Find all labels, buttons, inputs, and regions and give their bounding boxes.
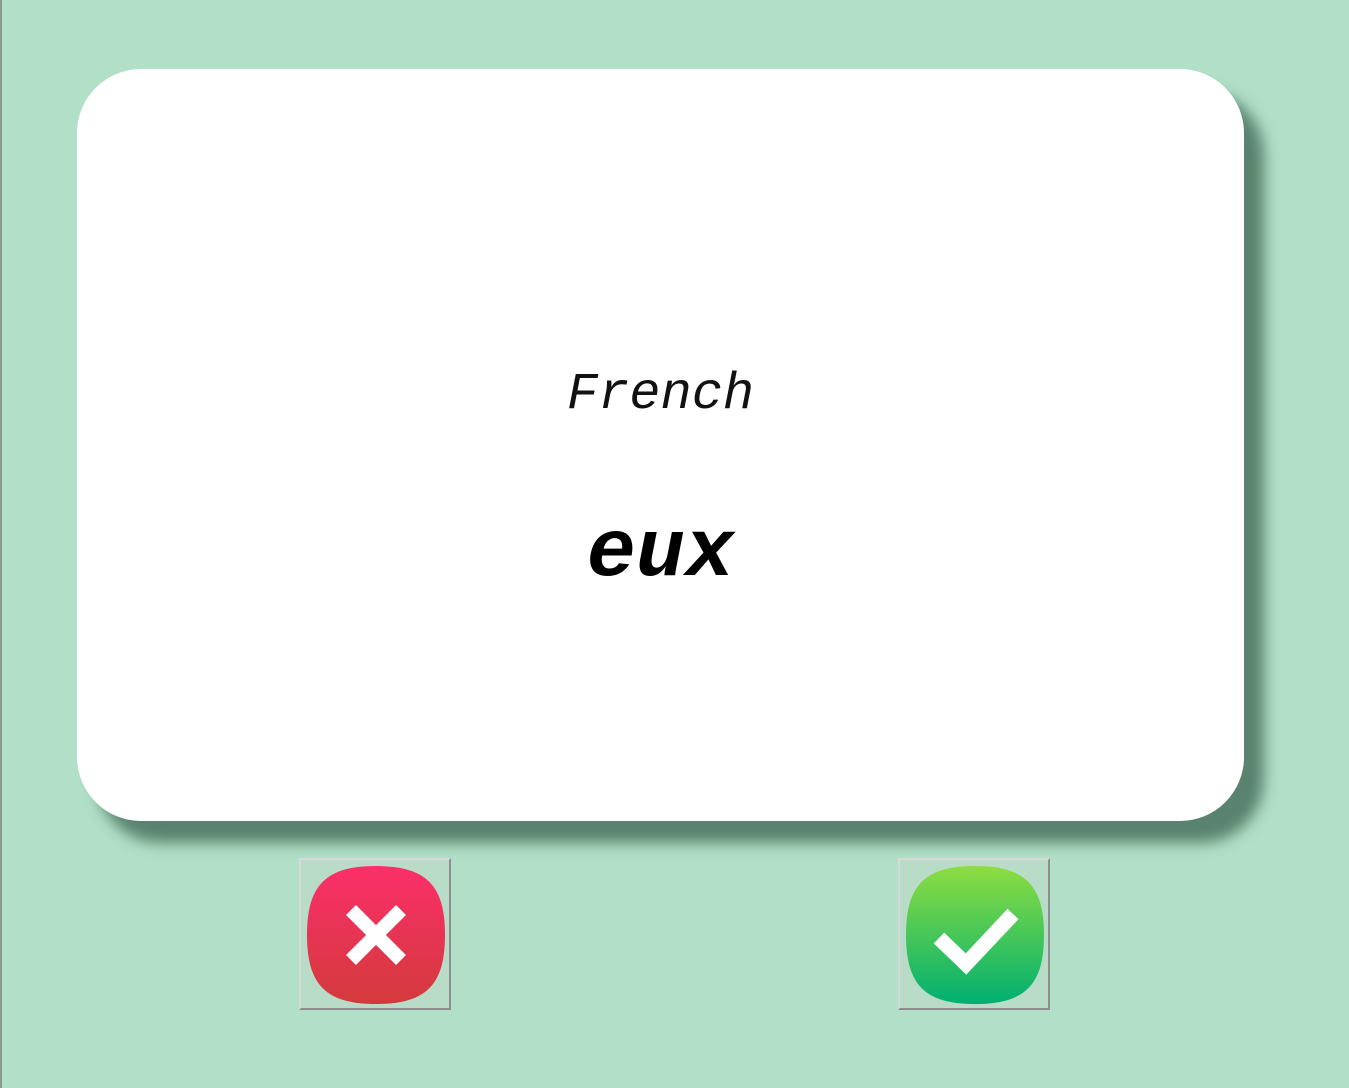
card-language-label: French: [566, 365, 755, 424]
wrong-button[interactable]: [299, 858, 451, 1010]
window-edge: [0, 0, 2, 1088]
correct-button[interactable]: [898, 858, 1050, 1010]
card-word: eux: [586, 507, 735, 600]
close-icon: [307, 866, 445, 1004]
flashcard[interactable]: French eux: [77, 69, 1244, 821]
checkmark-icon: [906, 866, 1044, 1004]
